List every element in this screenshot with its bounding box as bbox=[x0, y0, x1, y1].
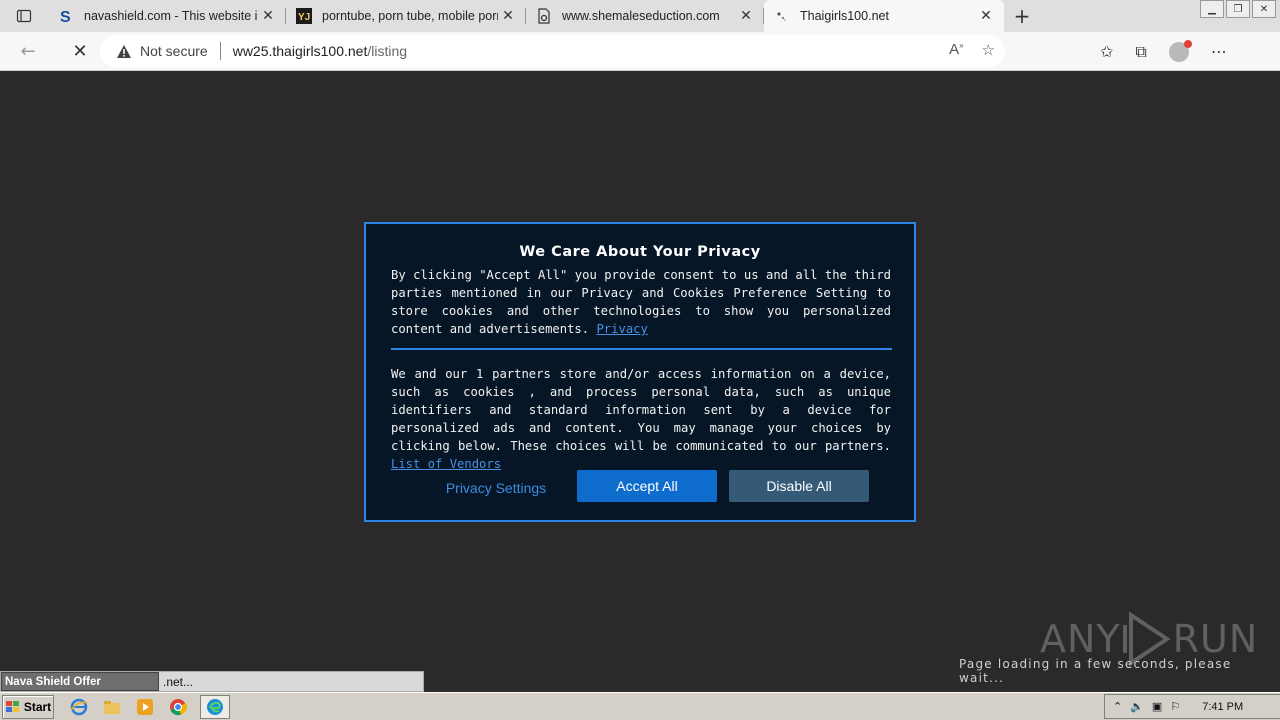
nava-shield-offer[interactable]: Nava Shield Offer bbox=[1, 672, 159, 691]
svg-text:S: S bbox=[60, 9, 71, 24]
network-icon[interactable]: ▣ bbox=[1152, 700, 1162, 713]
tab-title: www.shemaleseduction.com bbox=[562, 9, 720, 23]
close-icon[interactable]: ✕ bbox=[976, 6, 996, 26]
close-icon[interactable]: ✕ bbox=[258, 6, 278, 26]
quick-launch bbox=[68, 694, 230, 719]
start-button[interactable]: Start bbox=[2, 694, 54, 719]
security-label[interactable]: Not secure bbox=[140, 43, 208, 59]
new-tab-button[interactable]: + bbox=[1004, 0, 1040, 32]
browser-toolbar: ← ✕ Not secure ww25.thaigirls100.net/lis… bbox=[0, 32, 1280, 71]
add-favorite-icon[interactable]: ☆ bbox=[982, 41, 995, 59]
tab-title: Thaigirls100.net bbox=[800, 9, 889, 23]
address-bar[interactable]: Not secure ww25.thaigirls100.net/listing… bbox=[100, 35, 1005, 67]
divider bbox=[391, 348, 892, 350]
stop-loading-button[interactable]: ✕ bbox=[61, 32, 99, 70]
tab-title: navashield.com - This website is bbox=[84, 9, 258, 23]
media-player-icon[interactable] bbox=[134, 696, 156, 718]
clock[interactable]: 7:41 PM bbox=[1202, 701, 1243, 713]
tab-thaigirls100[interactable]: Thaigirls100.net ✕ bbox=[764, 0, 1004, 32]
accept-all-button[interactable]: Accept All bbox=[577, 470, 717, 502]
windows-logo-icon bbox=[5, 700, 19, 712]
read-aloud-icon[interactable]: A» bbox=[949, 41, 963, 59]
tab-title: porntube, porn tube, mobile porn bbox=[322, 9, 498, 23]
privacy-settings-button[interactable]: Privacy Settings bbox=[436, 472, 556, 504]
plus-icon: + bbox=[1013, 4, 1031, 28]
loading-message: Page loading in a few seconds, please wa… bbox=[959, 657, 1232, 685]
tab-actions-button[interactable] bbox=[0, 0, 48, 32]
yj-icon: YJ bbox=[296, 8, 312, 24]
flag-icon[interactable]: ⚐ bbox=[1170, 700, 1180, 713]
tab-actions-icon bbox=[16, 9, 32, 23]
page-content: We Care About Your Privacy By clicking "… bbox=[0, 71, 1280, 685]
system-tray: ⌃ 🔈 ▣ ⚐ 7:41 PM bbox=[1104, 694, 1280, 719]
watermark-text-right: RUN bbox=[1172, 617, 1259, 661]
divider bbox=[219, 42, 221, 60]
taskbar: Start ⌃ 🔈 ▣ ⚐ 7:41 PM bbox=[0, 692, 1280, 720]
address-bar-icons: A» ☆ bbox=[949, 41, 995, 59]
dialog-title: We Care About Your Privacy bbox=[519, 244, 761, 260]
watermark-text-left: ANY bbox=[1040, 617, 1121, 661]
vendors-link[interactable]: List of Vendors bbox=[391, 457, 501, 471]
more-menu-icon[interactable]: ⋯ bbox=[1211, 42, 1227, 61]
volume-icon[interactable]: 🔈 bbox=[1130, 700, 1144, 713]
file-explorer-icon[interactable] bbox=[101, 696, 123, 718]
disable-all-button[interactable]: Disable All bbox=[729, 470, 869, 502]
privacy-dialog: We Care About Your Privacy By clicking "… bbox=[364, 222, 916, 522]
close-icon: ✕ bbox=[72, 40, 88, 62]
page-icon bbox=[536, 8, 552, 24]
status-bar: Nava Shield Offer .net... bbox=[0, 671, 424, 692]
profile-avatar[interactable] bbox=[1168, 39, 1192, 62]
collections-icon[interactable]: ⧉ bbox=[1135, 42, 1146, 62]
url-host: ww25.thaigirls100.net bbox=[232, 43, 368, 59]
url-path: /listing bbox=[367, 43, 408, 59]
back-arrow-icon: ← bbox=[20, 40, 36, 62]
warning-triangle-icon bbox=[116, 44, 134, 59]
consent-paragraph: By clicking "Accept All" you provide con… bbox=[391, 266, 891, 338]
partners-text: We and our 1 partners store and/or acces… bbox=[391, 367, 891, 453]
tab-shemaleseduction[interactable]: www.shemaleseduction.com ✕ bbox=[526, 0, 764, 32]
minimize-button[interactable]: ▁ bbox=[1200, 0, 1224, 18]
back-button[interactable]: ← bbox=[9, 32, 47, 70]
tab-porntube[interactable]: YJ porntube, porn tube, mobile porn ✕ bbox=[286, 0, 526, 32]
close-window-button[interactable]: ✕ bbox=[1252, 0, 1276, 18]
loading-icon bbox=[774, 8, 790, 24]
tab-navashield[interactable]: S navashield.com - This website is ✕ bbox=[48, 0, 286, 32]
edge-icon[interactable] bbox=[200, 694, 230, 719]
chrome-icon[interactable] bbox=[167, 696, 189, 718]
privacy-link[interactable]: Privacy bbox=[596, 322, 647, 336]
close-icon[interactable]: ✕ bbox=[736, 6, 756, 26]
window-controls: ▁ ❐ ✕ bbox=[1198, 0, 1276, 18]
tab-strip: S navashield.com - This website is ✕ YJ … bbox=[0, 0, 1280, 32]
favorites-icon[interactable]: ✩ bbox=[1100, 42, 1113, 61]
close-icon[interactable]: ✕ bbox=[498, 6, 518, 26]
tray-expand-icon[interactable]: ⌃ bbox=[1113, 700, 1122, 713]
status-url: .net... bbox=[163, 674, 194, 689]
internet-explorer-icon[interactable] bbox=[68, 696, 90, 718]
restore-button[interactable]: ❐ bbox=[1226, 0, 1250, 18]
svg-text:YJ: YJ bbox=[298, 12, 310, 23]
navashield-s-icon: S bbox=[58, 8, 74, 24]
start-label: Start bbox=[23, 699, 52, 714]
partners-paragraph: We and our 1 partners store and/or acces… bbox=[391, 365, 891, 473]
toolbar-right-icons: ✩ ⧉ ⋯ bbox=[1100, 32, 1227, 71]
